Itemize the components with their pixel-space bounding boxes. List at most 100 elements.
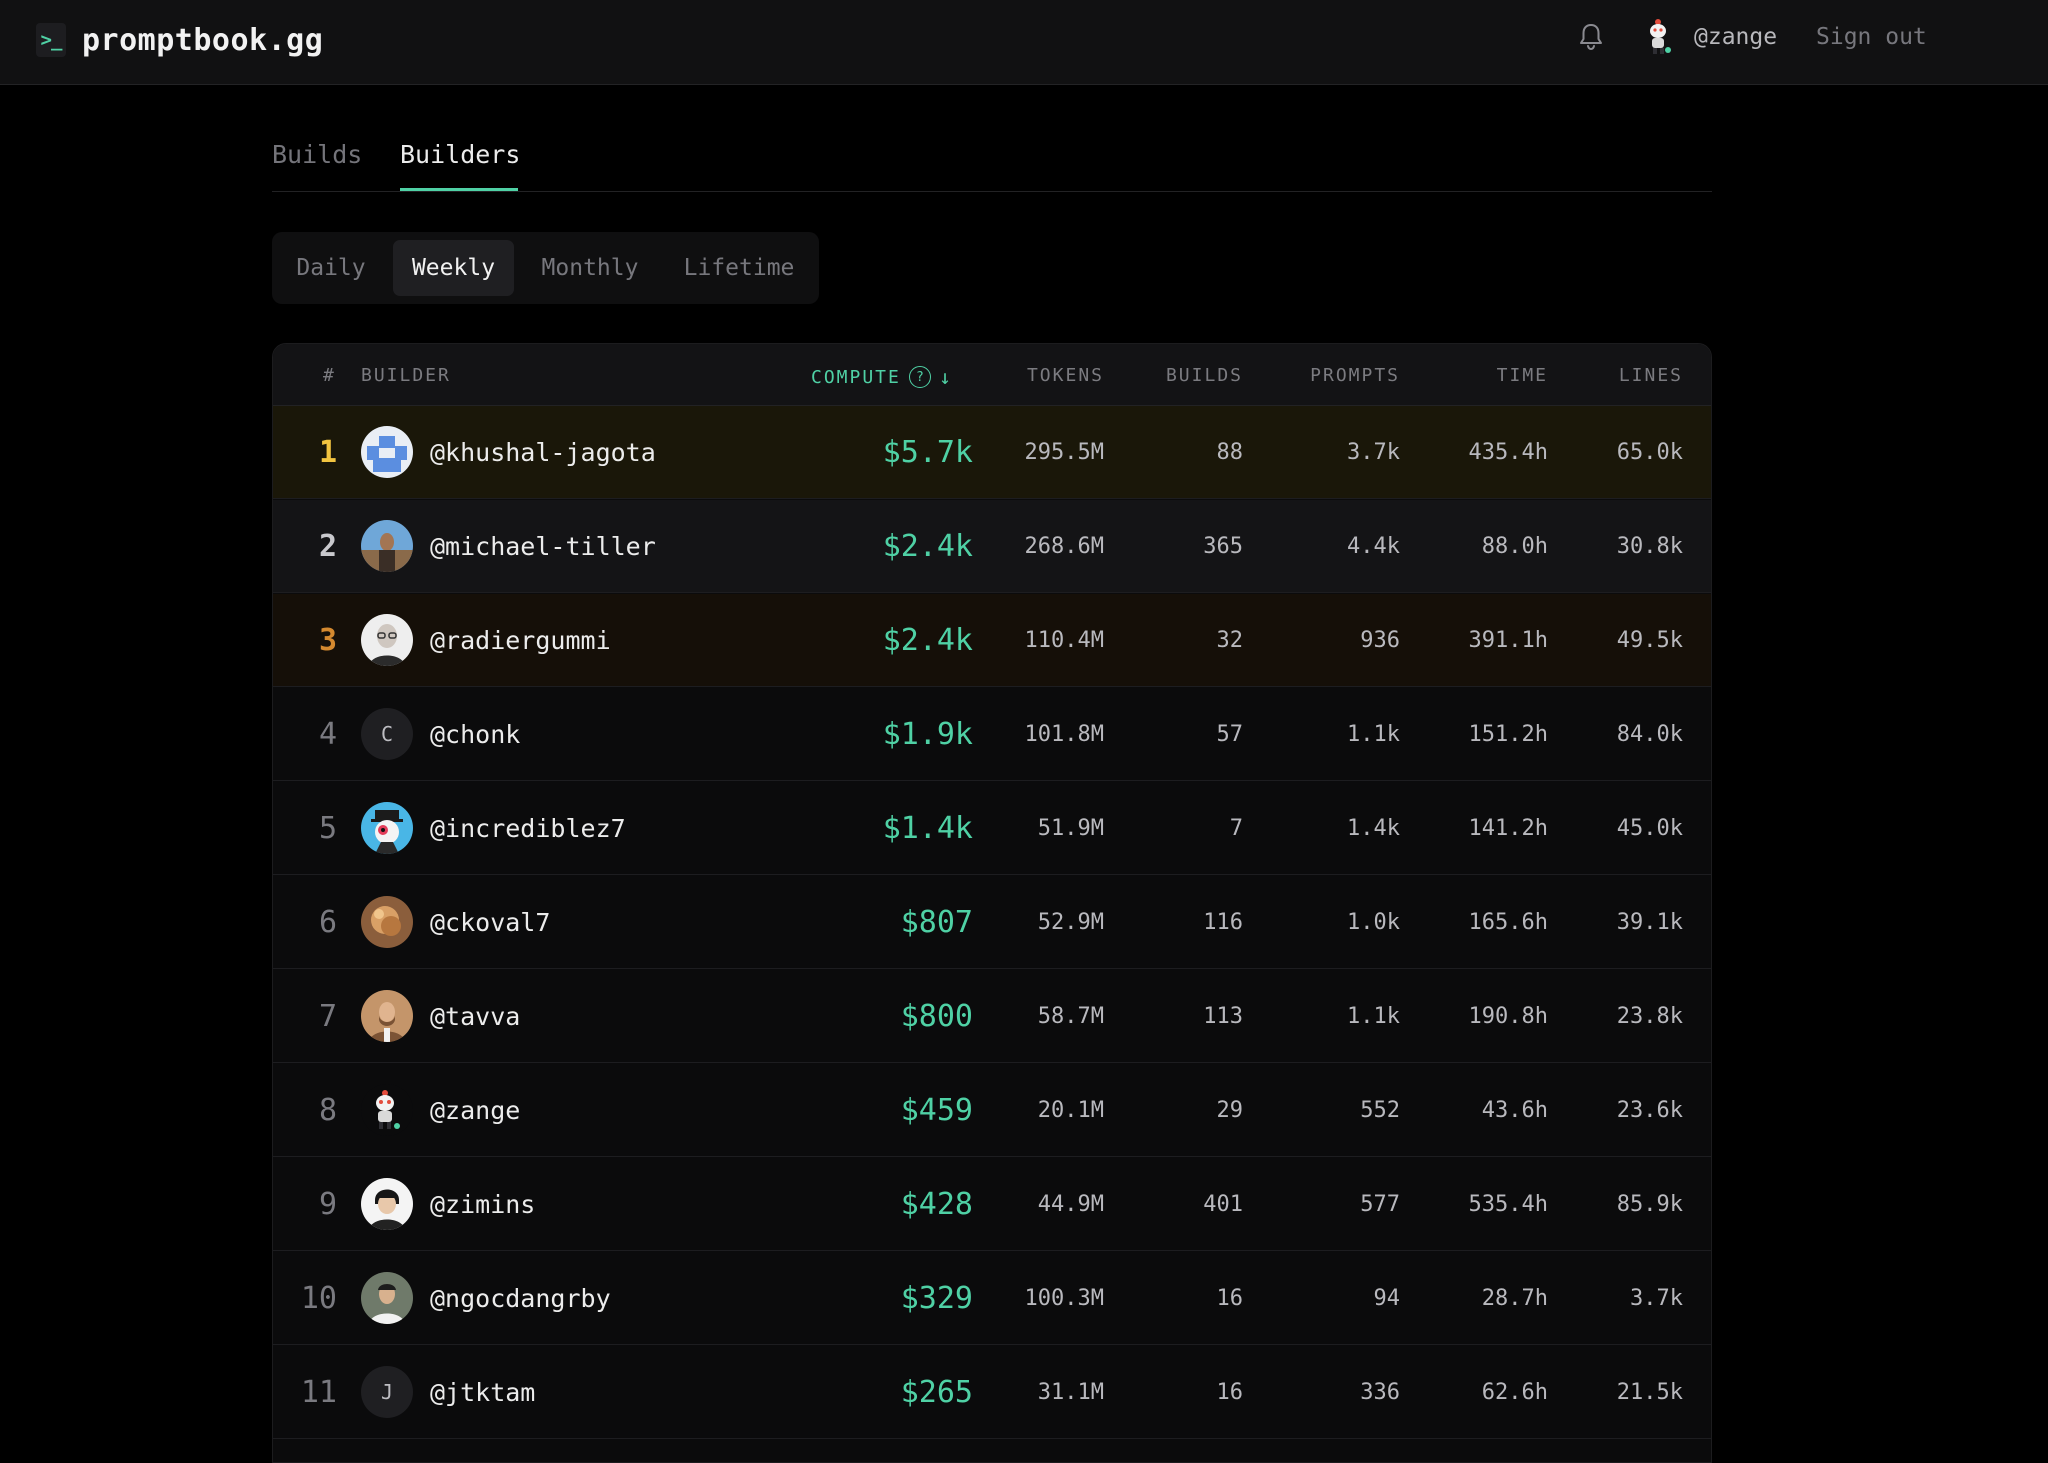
tokens-value: 52.9M xyxy=(1037,910,1104,935)
prompts-value: 936 xyxy=(1360,628,1400,653)
avatar-image-icon[interactable] xyxy=(361,520,413,572)
time-value: 62.6h xyxy=(1481,1380,1548,1405)
logo-text: promptbook.gg xyxy=(82,22,324,58)
compute-value: $265 xyxy=(900,1375,973,1410)
avatar-image-icon[interactable] xyxy=(361,614,413,666)
avatar-image-icon[interactable] xyxy=(361,1272,413,1324)
tab-builds[interactable]: Builds xyxy=(272,140,362,169)
builds-value: 116 xyxy=(1203,910,1243,935)
table-row[interactable]: 2 @michael-tiller $2.4k 268.6M 365 4.4k 88.0h 3… xyxy=(273,500,1711,593)
compute-value: $5.7k xyxy=(882,435,973,470)
period-lifetime[interactable]: Lifetime xyxy=(668,240,810,296)
time-value: 165.6h xyxy=(1468,910,1548,935)
avatar-image-icon[interactable] xyxy=(361,1084,413,1136)
row-rank: 10 xyxy=(300,1281,337,1316)
lines-value: 65.0k xyxy=(1616,440,1683,465)
time-value: 28.7h xyxy=(1481,1286,1548,1311)
tab-builders[interactable]: Builders xyxy=(400,140,520,169)
table-row[interactable]: 1 @khushal-jagota $5.7k 295.5M 88 3.7k 435.4h 6… xyxy=(273,406,1711,499)
builder-name-link[interactable]: @jtktam xyxy=(430,1346,535,1439)
builder-name-link[interactable]: @ngocdangrby xyxy=(430,1252,611,1345)
column-compute[interactable]: COMPUTE ? ↓ xyxy=(811,365,951,389)
table-row[interactable]: 5 @incrediblez7 $1.4k 51.9M 7 1.4k 141.2h 45.0k xyxy=(273,782,1711,875)
avatar-image-icon[interactable] xyxy=(361,896,413,948)
row-rank: 3 xyxy=(318,623,337,658)
builds-value: 16 xyxy=(1216,1380,1244,1405)
logo[interactable]: >_ promptbook.gg xyxy=(36,20,323,60)
compute-value: $2.4k xyxy=(882,529,973,564)
table-row[interactable]: 3 @radiergummi $2.4k 110.4M 32 936 391.1h 49.5k xyxy=(273,594,1711,687)
period-daily[interactable]: Daily xyxy=(280,240,382,296)
column-time[interactable]: TIME xyxy=(1413,365,1548,386)
lines-value: 39.1k xyxy=(1616,910,1683,935)
time-value: 141.2h xyxy=(1468,816,1548,841)
builder-name-link[interactable]: @chonk xyxy=(430,688,520,781)
period-weekly[interactable]: Weekly xyxy=(393,240,514,296)
column-prompts[interactable]: PROMPTS xyxy=(1253,365,1400,386)
prompts-value: 1.1k xyxy=(1347,1004,1400,1029)
avatar-image-icon[interactable] xyxy=(361,426,413,478)
tokens-value: 58.7M xyxy=(1037,1004,1104,1029)
time-value: 435.4h xyxy=(1468,440,1548,465)
column-tokens[interactable]: TOKENS xyxy=(959,365,1104,386)
builder-name-link[interactable]: @zimins xyxy=(430,1158,535,1251)
builds-value: 29 xyxy=(1216,1098,1244,1123)
avatar-letter[interactable]: C xyxy=(361,708,413,760)
column-rank: # xyxy=(323,365,336,386)
table-row[interactable]: 7 @tavva $800 58.7M 113 1.1k 190.8h 23.8k xyxy=(273,970,1711,1063)
builder-name-link[interactable]: @michael-tiller xyxy=(430,500,656,593)
builder-name-link[interactable]: @khushal-jagota xyxy=(430,406,656,499)
avatar-image-icon[interactable] xyxy=(361,990,413,1042)
avatar-image-icon[interactable] xyxy=(361,1178,413,1230)
prompts-value: 4.4k xyxy=(1347,534,1400,559)
table-row[interactable]: 4 C @chonk $1.9k 101.8M 57 1.1k 151.2h 84.0k xyxy=(273,688,1711,781)
period-monthly[interactable]: Monthly xyxy=(524,240,656,296)
row-rank: 4 xyxy=(318,717,337,752)
tokens-value: 295.5M xyxy=(1024,440,1104,465)
builder-name-link[interactable]: @tavva xyxy=(430,970,520,1063)
lines-value: 23.8k xyxy=(1616,1004,1683,1029)
compute-value: $800 xyxy=(900,999,973,1034)
column-lines[interactable]: LINES xyxy=(1553,365,1683,386)
column-builds[interactable]: BUILDS xyxy=(1113,365,1243,386)
tokens-value: 110.4M xyxy=(1024,628,1104,653)
table-row[interactable]: 9 @zimins $428 44.9M 401 577 535.4h 85.9k xyxy=(273,1158,1711,1251)
avatar-image-icon[interactable] xyxy=(361,802,413,854)
prompts-value: 577 xyxy=(1360,1192,1400,1217)
tokens-value: 31.1M xyxy=(1037,1380,1104,1405)
time-value: 391.1h xyxy=(1468,628,1548,653)
table-row[interactable]: 6 @ckoval7 $807 52.9M 116 1.0k 165.6h 39.1k xyxy=(273,876,1711,969)
user-avatar-icon[interactable] xyxy=(1644,18,1674,56)
builder-name-link[interactable]: @radiergummi xyxy=(430,594,611,687)
row-rank: 5 xyxy=(318,811,337,846)
prompts-value: 3.7k xyxy=(1347,440,1400,465)
builder-name-link[interactable]: @zange xyxy=(430,1064,520,1157)
view-tabs: Builds Builders xyxy=(272,130,1712,192)
avatar-letter[interactable]: J xyxy=(361,1366,413,1418)
bell-icon[interactable] xyxy=(1576,20,1606,54)
table-row[interactable]: 8 @zange $459 20.1M 29 552 43.6h 23.6k xyxy=(273,1064,1711,1157)
builds-value: 113 xyxy=(1203,1004,1243,1029)
active-tab-indicator xyxy=(400,188,518,191)
sort-desc-icon: ↓ xyxy=(938,365,951,389)
tokens-value: 101.8M xyxy=(1024,722,1104,747)
row-rank: 1 xyxy=(318,435,337,470)
sign-out-button[interactable]: Sign out xyxy=(1816,24,1927,50)
current-username[interactable]: @zange xyxy=(1694,24,1777,50)
column-builder[interactable]: BUILDER xyxy=(361,365,451,386)
help-icon[interactable]: ? xyxy=(908,366,931,388)
prompts-value: 94 xyxy=(1373,1286,1401,1311)
builds-value: 88 xyxy=(1216,440,1244,465)
time-value: 151.2h xyxy=(1468,722,1548,747)
builds-value: 401 xyxy=(1203,1192,1243,1217)
builds-value: 57 xyxy=(1216,722,1244,747)
builds-value: 365 xyxy=(1203,534,1243,559)
table-row[interactable]: 10 @ngocdangrby $329 100.3M 16 94 28.7h 3.7k xyxy=(273,1252,1711,1345)
lines-value: 23.6k xyxy=(1616,1098,1683,1123)
lines-value: 85.9k xyxy=(1616,1192,1683,1217)
compute-value: $1.9k xyxy=(882,717,973,752)
table-row[interactable]: 11 J @jtktam $265 31.1M 16 336 62.6h 21.5k xyxy=(273,1346,1711,1439)
builder-name-link[interactable]: @incrediblez7 xyxy=(430,782,626,875)
builder-name-link[interactable]: @ckoval7 xyxy=(430,876,550,969)
row-rank: 11 xyxy=(300,1375,337,1410)
